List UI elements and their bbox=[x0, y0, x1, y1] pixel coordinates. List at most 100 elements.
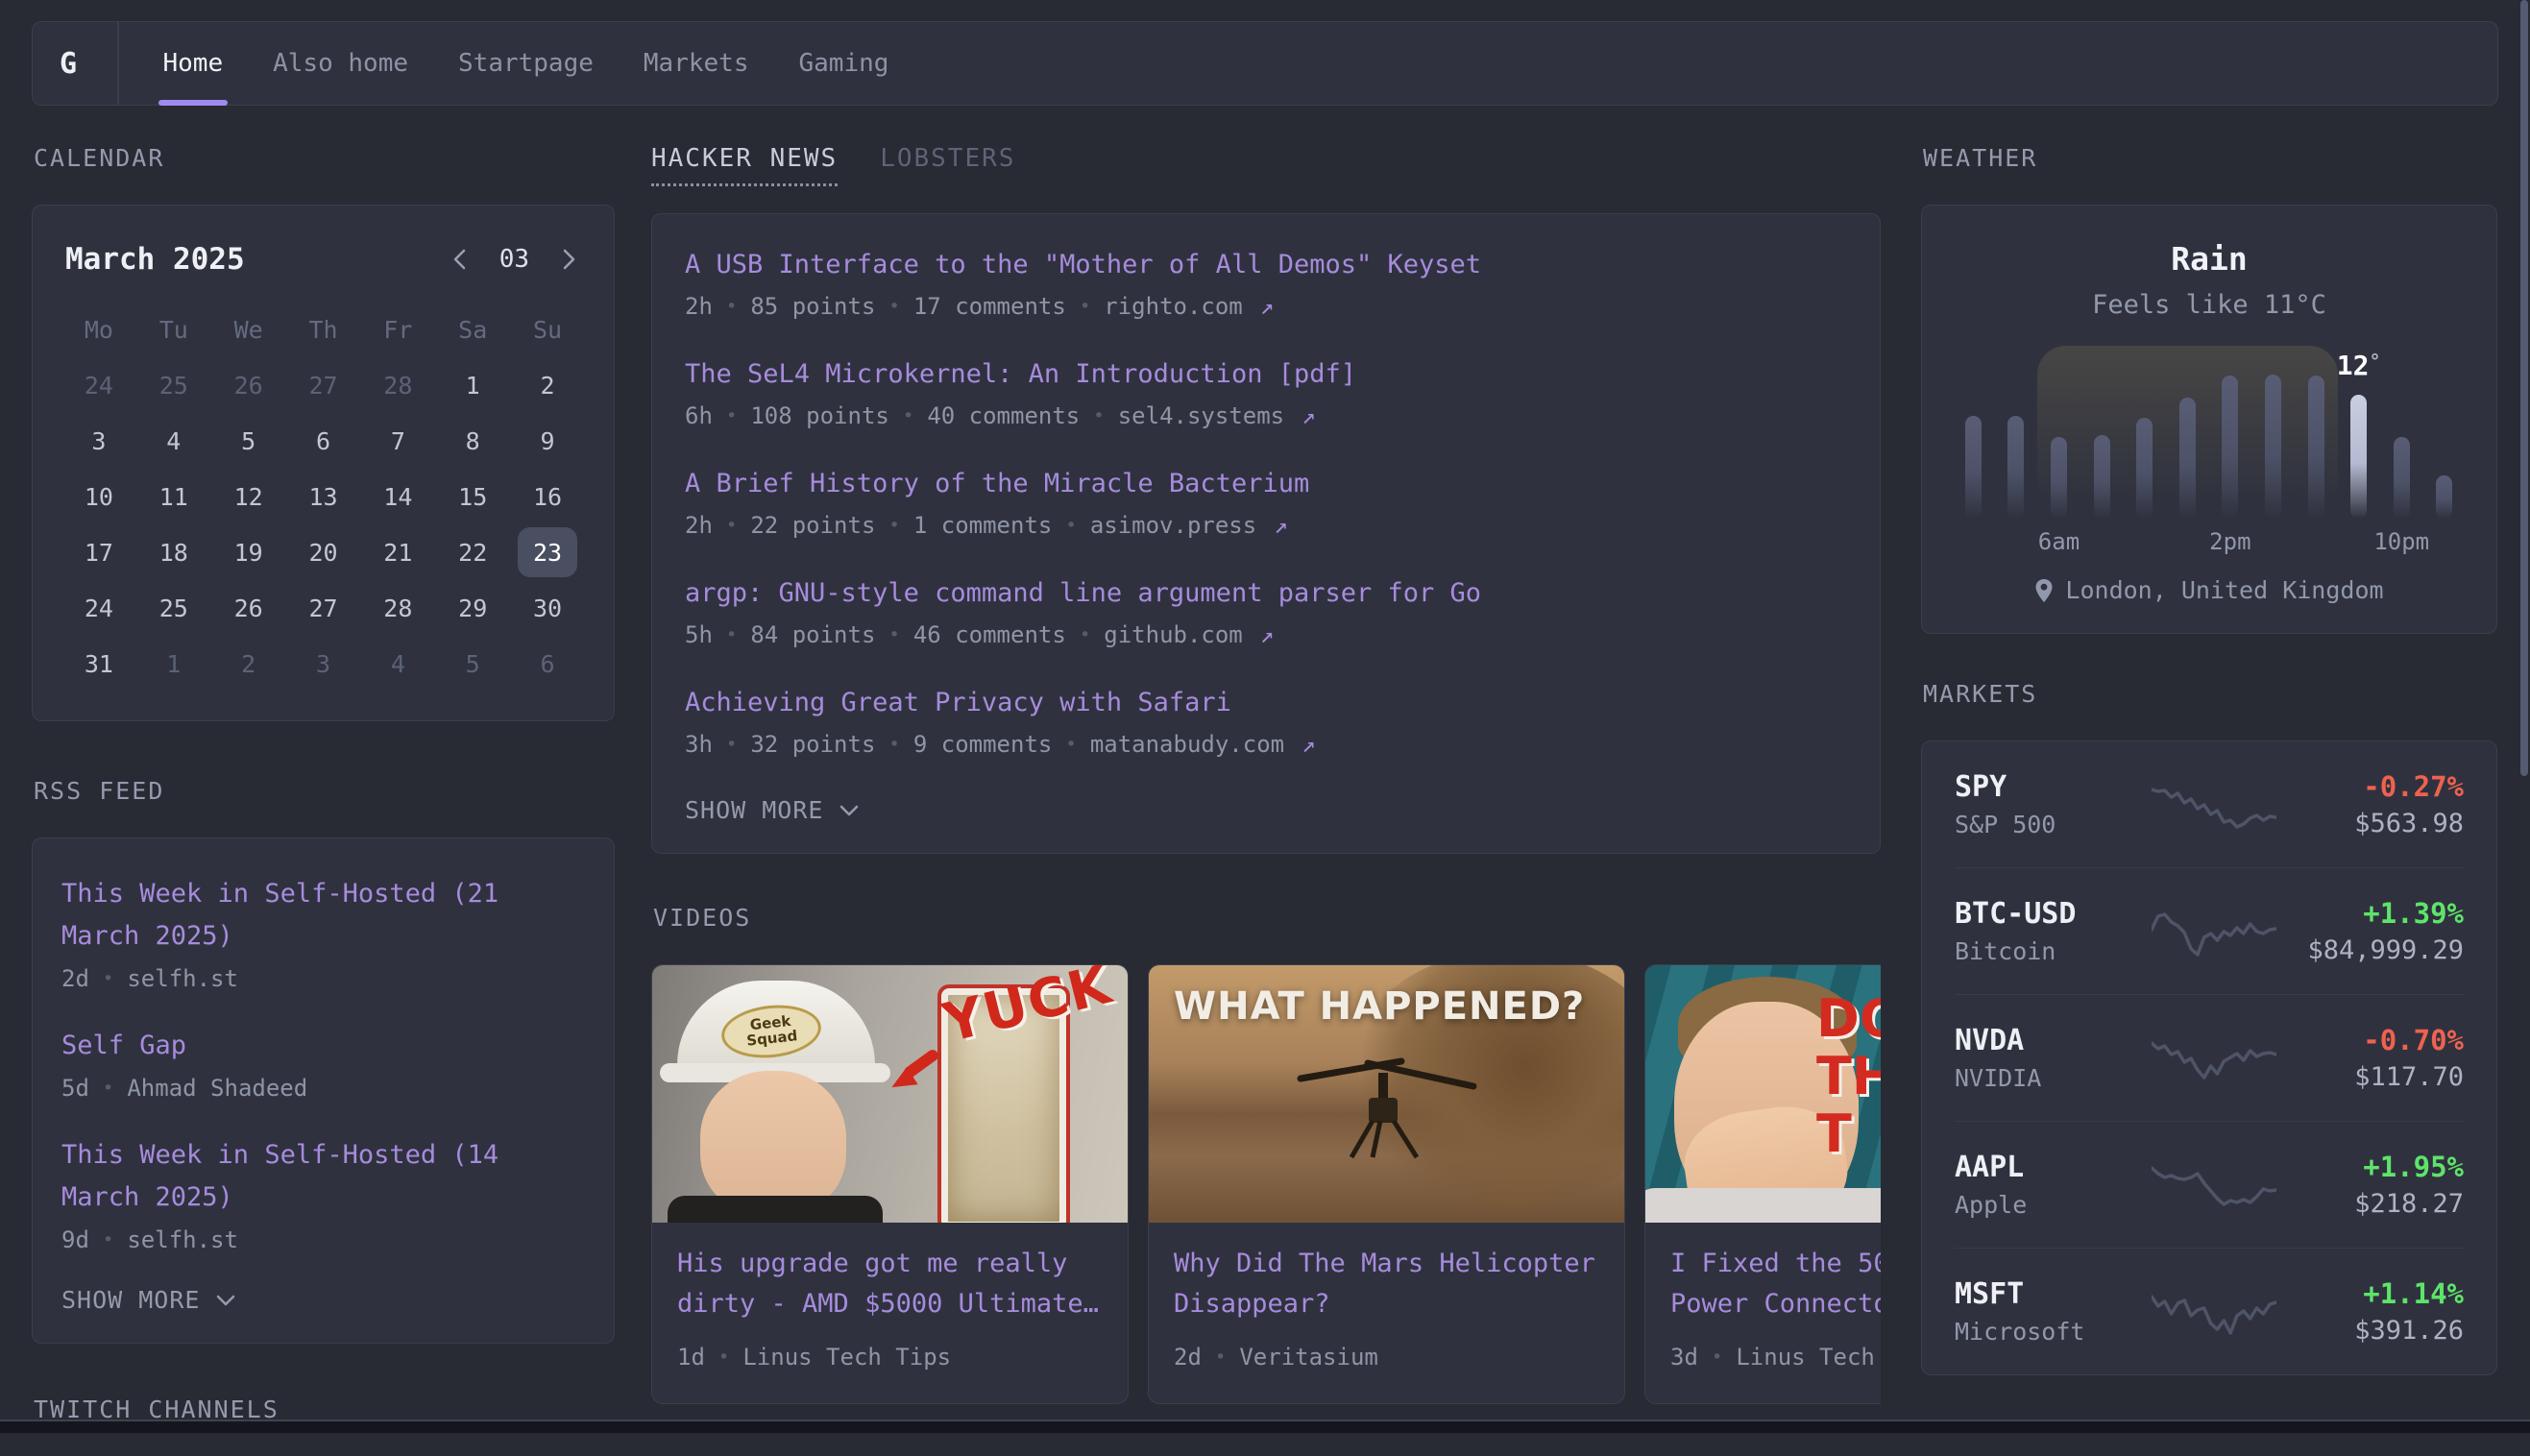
calendar-day: 3 bbox=[286, 636, 361, 692]
calendar-week-row: 3456789 bbox=[61, 413, 585, 469]
person-face bbox=[700, 1071, 846, 1215]
calendar-day: 6 bbox=[510, 636, 585, 692]
weather-bar bbox=[2436, 475, 2452, 519]
market-values-block: +1.14%$391.26 bbox=[2286, 1277, 2464, 1347]
video-card[interactable]: Geek SquadYUCKHis upgrade got me reallyd… bbox=[651, 964, 1129, 1404]
nav-tab-startpage[interactable]: Startpage bbox=[458, 22, 594, 105]
market-row-spy[interactable]: SPYS&P 500-0.27%$563.98 bbox=[1955, 741, 2464, 868]
news-show-more-button[interactable]: SHOW MORE bbox=[685, 796, 1847, 824]
app-logo[interactable]: G bbox=[60, 47, 117, 81]
news-tab-hacker-news[interactable]: HACKER NEWS bbox=[651, 144, 838, 186]
calendar-day: 11 bbox=[136, 469, 211, 524]
rss-item-title[interactable]: This Week in Self-Hosted (14March 2025) bbox=[61, 1134, 585, 1219]
market-row-nvda[interactable]: NVDANVIDIA-0.70%$117.70 bbox=[1955, 995, 2464, 1122]
rss-feed-widget: This Week in Self-Hosted (21March 2025)2… bbox=[32, 837, 615, 1344]
current-temp-label: 12° bbox=[2337, 350, 2381, 381]
item-meta: 9d•selfh.st bbox=[61, 1226, 585, 1253]
video-card-body: His upgrade got me reallydirty - AMD $50… bbox=[652, 1223, 1128, 1392]
weekday-label: We bbox=[211, 313, 286, 346]
external-link-icon: ↗ bbox=[1274, 512, 1287, 539]
calendar-day: 26 bbox=[211, 580, 286, 636]
news-item-title[interactable]: A USB Interface to the "Mother of All De… bbox=[685, 249, 1847, 281]
market-ticker: NVDA bbox=[1955, 1024, 2142, 1058]
nav-tab-home[interactable]: Home bbox=[163, 22, 224, 105]
nav-tab-also-home[interactable]: Also home bbox=[273, 22, 408, 105]
calendar-day: 4 bbox=[136, 413, 211, 469]
calendar-day: 19 bbox=[211, 524, 286, 580]
video-card[interactable]: WHAT HAPPENED?Why Did The Mars Helicopte… bbox=[1148, 964, 1625, 1404]
news-item-comments: 46 comments bbox=[913, 621, 1066, 648]
market-ticker: BTC-USD bbox=[1955, 897, 2142, 932]
weather-feels-like: Feels like 11°C bbox=[1951, 290, 2468, 321]
nav-tab-markets[interactable]: Markets bbox=[644, 22, 749, 105]
calendar-day: 28 bbox=[360, 357, 435, 413]
center-column: HACKER NEWS LOBSTERS A USB Interface to t… bbox=[651, 144, 1881, 1404]
rss-show-more-label: SHOW MORE bbox=[61, 1286, 200, 1314]
videos-section: VIDEOS Geek SquadYUCKHis upgrade got me … bbox=[651, 904, 1881, 1404]
location-pin-icon bbox=[2034, 578, 2054, 603]
chevron-left-icon[interactable] bbox=[448, 247, 473, 272]
item-meta: 2h•22 points•1 comments•asimov.press↗ bbox=[685, 512, 1847, 539]
nav-tab-gaming[interactable]: Gaming bbox=[798, 22, 888, 105]
news-item-domain[interactable]: righto.com bbox=[1104, 293, 1243, 320]
calendar-week-row: 10111213141516 bbox=[61, 469, 585, 524]
news-items: A USB Interface to the "Mother of All De… bbox=[685, 249, 1847, 758]
market-row-aapl[interactable]: AAPLApple+1.95%$218.27 bbox=[1955, 1122, 2464, 1249]
weather-section: WEATHER Rain Feels like 11°C 6am2pm12°10… bbox=[1921, 144, 2497, 634]
calendar-day: 10 bbox=[61, 469, 136, 524]
calendar-day: 30 bbox=[510, 580, 585, 636]
news-tab-lobsters[interactable]: LOBSTERS bbox=[880, 144, 1015, 186]
video-channel[interactable]: Linus Tech Tips bbox=[742, 1344, 951, 1371]
weekday-label: Su bbox=[510, 313, 585, 346]
rss-item: This Week in Self-Hosted (14March 2025) 9… bbox=[61, 1134, 585, 1253]
market-row-msft[interactable]: MSFTMicrosoft+1.14%$391.26 bbox=[1955, 1249, 2464, 1374]
news-item-age: 2h bbox=[685, 512, 713, 539]
dot-separator-icon: • bbox=[903, 405, 913, 426]
active-tab-underline bbox=[158, 100, 228, 106]
rss-item: Self Gap5d•Ahmad Shadeed bbox=[61, 1025, 585, 1102]
chevron-right-icon[interactable] bbox=[556, 247, 581, 272]
chevron-down-icon bbox=[839, 804, 860, 817]
video-title[interactable]: Why Did The Mars HelicopterDisappear? bbox=[1174, 1244, 1599, 1324]
news-item-title[interactable]: A Brief History of the Miracle Bacterium bbox=[685, 468, 1847, 500]
video-title[interactable]: I Fixed the 5090Power Connector… bbox=[1670, 1244, 1881, 1324]
external-link-icon: ↗ bbox=[1301, 731, 1315, 758]
calendar-day: 18 bbox=[136, 524, 211, 580]
weather-widget: Rain Feels like 11°C 6am2pm12°10pm Londo… bbox=[1921, 205, 2497, 634]
news-item-title[interactable]: The SeL4 Microkernel: An Introduction [p… bbox=[685, 358, 1847, 391]
stock-sparkline bbox=[2152, 778, 2276, 832]
news-item-title[interactable]: Achieving Great Privacy with Safari bbox=[685, 687, 1847, 719]
rss-item-title[interactable]: Self Gap bbox=[61, 1025, 585, 1067]
market-row-btc-usd[interactable]: BTC-USDBitcoin+1.39%$84,999.29 bbox=[1955, 868, 2464, 995]
dot-separator-icon: • bbox=[726, 405, 737, 426]
video-channel[interactable]: Veritasium bbox=[1239, 1344, 1378, 1371]
market-price: $84,999.29 bbox=[2286, 935, 2464, 966]
weather-location-row: London, United Kingdom bbox=[1951, 576, 2468, 604]
scrollbar-thumb[interactable] bbox=[2520, 0, 2528, 776]
news-item-domain[interactable]: asimov.press bbox=[1090, 512, 1256, 539]
video-card[interactable]: DOTHTI Fixed the 5090Power Connector…3d•… bbox=[1644, 964, 1881, 1404]
external-link-icon: ↗ bbox=[1260, 621, 1274, 648]
video-thumbnail: DOTHT bbox=[1645, 965, 1881, 1223]
news-item-comments: 1 comments bbox=[913, 512, 1053, 539]
calendar-day: 7 bbox=[360, 413, 435, 469]
market-name: NVIDIA bbox=[1955, 1064, 2142, 1093]
dot-separator-icon: • bbox=[1215, 1347, 1226, 1368]
calendar-day: 20 bbox=[286, 524, 361, 580]
calendar-day: 1 bbox=[435, 357, 510, 413]
calendar-day: 4 bbox=[360, 636, 435, 692]
calendar-weekday-row: MoTuWeThFrSaSu bbox=[61, 313, 585, 346]
video-channel[interactable]: Linus Tech Tips bbox=[1736, 1344, 1881, 1371]
news-item-domain[interactable]: github.com bbox=[1104, 621, 1243, 648]
video-title[interactable]: His upgrade got me reallydirty - AMD $50… bbox=[677, 1244, 1103, 1324]
news-item-domain[interactable]: matanabudy.com bbox=[1090, 731, 1284, 758]
video-age: 3d bbox=[1670, 1344, 1698, 1371]
market-ticker: SPY bbox=[1955, 770, 2142, 805]
news-item-title[interactable]: argp: GNU-style command line argument pa… bbox=[685, 577, 1847, 610]
rss-item-title[interactable]: This Week in Self-Hosted (21March 2025) bbox=[61, 873, 585, 958]
weather-bar bbox=[2265, 375, 2281, 519]
news-item-domain[interactable]: sel4.systems bbox=[1118, 402, 1284, 429]
calendar-heading: CALENDAR bbox=[34, 144, 615, 173]
rss-show-more-button[interactable]: SHOW MORE bbox=[61, 1286, 585, 1314]
calendar-day: 29 bbox=[435, 580, 510, 636]
